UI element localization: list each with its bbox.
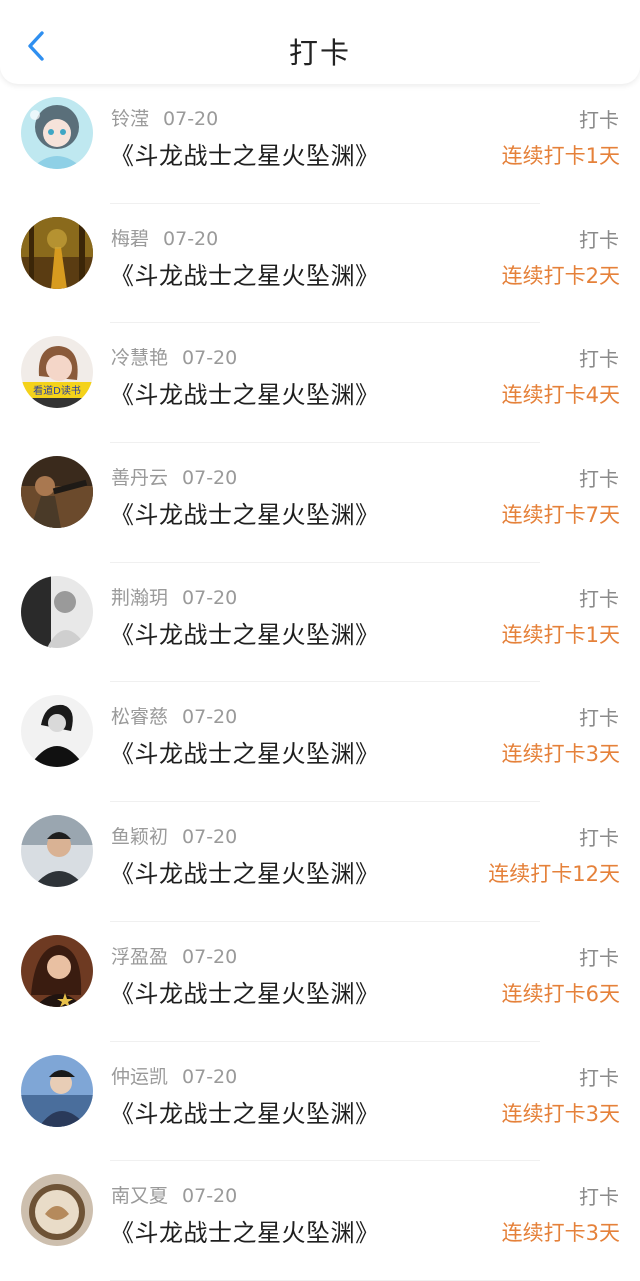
user-name: 鱼颖初 <box>111 826 169 849</box>
checkin-label: 打卡 <box>579 227 619 252</box>
entry-meta: 浮盈盈 07-20 <box>111 942 237 968</box>
entry-date: 07-20 <box>182 1185 238 1208</box>
book-title[interactable]: 《斗龙战士之星火坠渊》 <box>110 375 380 410</box>
avatar[interactable] <box>21 456 93 529</box>
list-item[interactable]: 松睿慈 07-20 《斗龙战士之星火坠渊》 打卡 连续打卡3天 <box>0 682 640 802</box>
streak-text: 连续打卡6天 <box>501 981 620 1006</box>
checkin-label: 打卡 <box>579 945 619 970</box>
streak-text: 连续打卡2天 <box>501 263 620 288</box>
list-item[interactable]: 看道D读书 冷慧艳 07-20 《斗龙战士之星火坠渊》 打卡 连续打卡4天 <box>0 323 640 443</box>
user-name: 冷慧艳 <box>111 347 169 370</box>
list-item[interactable]: 浮盈盈 07-20 《斗龙战士之星火坠渊》 打卡 连续打卡6天 <box>0 922 640 1042</box>
checkin-list: 铃滢 07-20 《斗龙战士之星火坠渊》 打卡 连续打卡1天 梅碧 07-20 《斗… <box>0 84 640 1281</box>
streak-text: 连续打卡7天 <box>501 503 620 528</box>
avatar[interactable] <box>21 1174 93 1247</box>
book-title[interactable]: 《斗龙战士之星火坠渊》 <box>110 136 380 171</box>
streak-text: 连续打卡1天 <box>501 622 620 647</box>
streak-text: 连续打卡3天 <box>501 1101 620 1126</box>
user-name: 善丹云 <box>111 467 169 490</box>
book-title[interactable]: 《斗龙战士之星火坠渊》 <box>110 1213 380 1248</box>
avatar[interactable] <box>21 97 93 169</box>
entry-date: 07-20 <box>163 108 219 130</box>
entry-meta: 鱼颖初 07-20 <box>111 822 237 848</box>
top-bar: 打卡 <box>0 0 640 84</box>
avatar[interactable]: 看道D读书 <box>21 336 93 409</box>
user-name: 仲运凯 <box>111 1065 169 1088</box>
entry-meta: 南又夏 07-20 <box>111 1181 237 1207</box>
entry-date: 07-20 <box>182 347 238 370</box>
entry-date: 07-20 <box>182 826 238 849</box>
entry-date: 07-20 <box>182 467 238 490</box>
streak-text: 连续打卡3天 <box>501 1221 620 1246</box>
book-title[interactable]: 《斗龙战士之星火坠渊》 <box>110 615 380 650</box>
list-item[interactable]: 仲运凯 07-20 《斗龙战士之星火坠渊》 打卡 连续打卡3天 <box>0 1042 640 1162</box>
entry-date: 07-20 <box>163 227 219 250</box>
user-name: 南又夏 <box>111 1185 169 1208</box>
list-item[interactable]: 善丹云 07-20 《斗龙战士之星火坠渊》 打卡 连续打卡7天 <box>0 443 640 563</box>
user-name: 松睿慈 <box>111 706 169 729</box>
entry-date: 07-20 <box>182 1065 238 1088</box>
entry-meta: 冷慧艳 07-20 <box>111 343 237 369</box>
book-title[interactable]: 《斗龙战士之星火坠渊》 <box>110 495 380 530</box>
entry-meta: 善丹云 07-20 <box>111 463 237 489</box>
book-title[interactable]: 《斗龙战士之星火坠渊》 <box>110 256 380 291</box>
entry-date: 07-20 <box>182 706 238 729</box>
avatar[interactable] <box>21 815 93 888</box>
avatar[interactable] <box>21 695 93 768</box>
avatar[interactable] <box>21 575 93 648</box>
streak-text: 连续打卡1天 <box>501 144 620 168</box>
user-name: 梅碧 <box>111 227 150 250</box>
checkin-label: 打卡 <box>579 1185 619 1210</box>
book-title[interactable]: 《斗龙战士之星火坠渊》 <box>110 974 380 1009</box>
list-item[interactable]: 鱼颖初 07-20 《斗龙战士之星火坠渊》 打卡 连续打卡12天 <box>0 802 640 922</box>
entry-meta: 松睿慈 07-20 <box>111 702 237 728</box>
avatar-caption: 看道D读书 <box>33 384 81 397</box>
list-item[interactable]: 南又夏 07-20 《斗龙战士之星火坠渊》 打卡 连续打卡3天 <box>0 1161 640 1281</box>
list-item[interactable]: 梅碧 07-20 《斗龙战士之星火坠渊》 打卡 连续打卡2天 <box>0 204 640 324</box>
book-title[interactable]: 《斗龙战士之星火坠渊》 <box>110 854 380 889</box>
entry-meta: 铃滢 07-20 <box>111 104 218 130</box>
user-name: 铃滢 <box>111 108 150 130</box>
book-title[interactable]: 《斗龙战士之星火坠渊》 <box>110 734 380 769</box>
page-title: 打卡 <box>288 36 351 70</box>
avatar[interactable] <box>21 216 93 289</box>
entry-meta: 仲运凯 07-20 <box>111 1062 237 1088</box>
checkin-label: 打卡 <box>579 347 619 372</box>
entry-meta: 梅碧 07-20 <box>111 224 218 250</box>
avatar[interactable] <box>21 934 93 1007</box>
checkin-label: 打卡 <box>579 826 619 851</box>
streak-text: 连续打卡12天 <box>488 862 620 887</box>
avatar[interactable] <box>21 1054 93 1127</box>
checkin-label: 打卡 <box>579 1065 619 1090</box>
checkin-label: 打卡 <box>579 706 619 731</box>
user-name: 荆瀚玥 <box>111 586 169 609</box>
entry-meta: 荆瀚玥 07-20 <box>111 583 237 609</box>
checkin-label: 打卡 <box>579 108 619 132</box>
checkin-label: 打卡 <box>579 586 619 611</box>
user-name: 浮盈盈 <box>111 945 169 968</box>
entry-date: 07-20 <box>182 945 238 968</box>
list-item[interactable]: 铃滢 07-20 《斗龙战士之星火坠渊》 打卡 连续打卡1天 <box>0 84 640 204</box>
streak-text: 连续打卡4天 <box>501 383 620 408</box>
streak-text: 连续打卡3天 <box>501 742 620 767</box>
checkin-label: 打卡 <box>579 467 619 492</box>
entry-date: 07-20 <box>182 586 238 609</box>
list-item[interactable]: 荆瀚玥 07-20 《斗龙战士之星火坠渊》 打卡 连续打卡1天 <box>0 563 640 683</box>
book-title[interactable]: 《斗龙战士之星火坠渊》 <box>110 1094 380 1129</box>
